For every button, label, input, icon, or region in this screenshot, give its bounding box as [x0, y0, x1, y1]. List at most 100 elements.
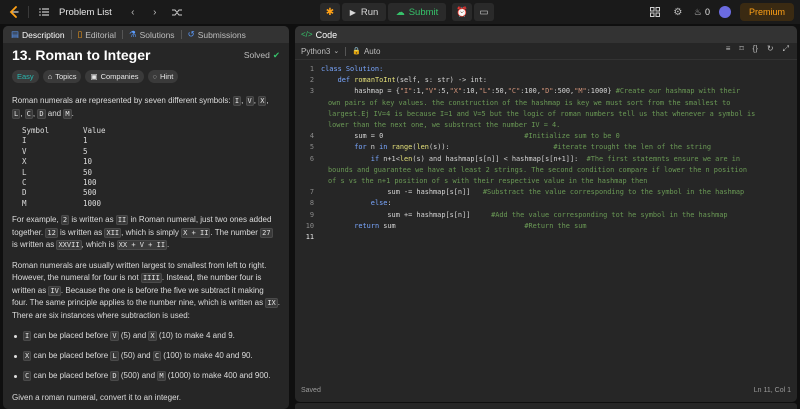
code-comment-wrap: of s vs the n+1 position of s with their…	[328, 177, 648, 186]
inline-code: IV	[48, 285, 61, 296]
tab-submissions[interactable]: ↺ Submissions	[186, 29, 248, 40]
problem-list-icon[interactable]	[37, 5, 51, 19]
para-text: , which is	[81, 240, 117, 250]
topics-chip[interactable]: ⌂ Topics	[42, 70, 82, 83]
submit-button[interactable]: ☁ Submit	[388, 3, 446, 21]
table-row: D 500	[22, 188, 280, 198]
tab-editorial-label: Editorial	[85, 29, 116, 40]
tab-editorial[interactable]: ▯ Editorial	[76, 29, 118, 40]
inline-code: 2	[60, 215, 70, 226]
table-cell: D	[22, 188, 27, 198]
shuffle-icon[interactable]	[170, 5, 184, 19]
chevron-right-icon[interactable]: ›	[148, 5, 162, 19]
para-text: , which is simply	[121, 227, 182, 237]
code-text: "M"	[574, 87, 587, 96]
line-number: 11	[305, 233, 314, 242]
toolbar-divider	[345, 46, 347, 56]
line-number: 2	[309, 76, 314, 85]
editor-status-bar: Saved Ln 11, Col 1	[301, 387, 791, 394]
inline-code: I	[23, 331, 32, 341]
table-cell: I	[22, 136, 27, 146]
expand-icon[interactable]: ⤢	[783, 44, 789, 54]
chevron-left-icon[interactable]: ‹	[126, 5, 140, 19]
streak-counter[interactable]: ♨ 0	[694, 7, 710, 18]
para-text: can be placed before	[31, 331, 111, 340]
editor-actions: ≡ ⌑ {} ↻ ⤢	[726, 44, 789, 54]
code-text: def	[321, 76, 355, 85]
separator-text: .	[71, 108, 74, 118]
tab-solutions[interactable]: ⚗ Solutions	[127, 29, 177, 40]
leetcode-logo-icon[interactable]	[8, 6, 20, 18]
code-line: 5 for n in range(len(s)): #iterate troug…	[295, 142, 797, 153]
table-header-cell: Value	[83, 126, 106, 135]
braces-icon[interactable]: {}	[753, 44, 758, 54]
run-button[interactable]: ▶ Run	[342, 3, 386, 21]
inline-code: C	[24, 108, 33, 119]
bug-icon: ✱	[325, 6, 335, 18]
solved-status: Solved ✔	[244, 50, 280, 61]
description-panel: ▤ Description ▯ Editorial ⚗ Solutions ↺ …	[3, 26, 289, 409]
separator-text: and	[45, 108, 64, 118]
tab-description[interactable]: ▤ Description	[9, 29, 67, 40]
tab-submissions-label: Submissions	[197, 29, 246, 40]
code-line: 9 sum += hashmap[s[n]] #Add the value co…	[295, 210, 797, 221]
timer-button[interactable]: ⏰	[452, 3, 472, 21]
bullet-dot	[14, 374, 17, 378]
line-number: 7	[309, 188, 314, 197]
code-area[interactable]: 1 class Solution: 2 def romanToInt(self, …	[295, 64, 797, 243]
submit-label: Submit	[408, 6, 439, 18]
tab-divider	[121, 30, 123, 39]
inline-code: X	[23, 351, 32, 361]
bookmark-icon[interactable]: ⌑	[739, 44, 743, 54]
companies-label: Companies	[100, 72, 139, 81]
inline-code: XX + V + II	[116, 240, 168, 251]
list-item: I can be placed before V (5) and X (10) …	[14, 326, 280, 346]
table-cell: 1	[83, 136, 88, 146]
hint-chip[interactable]: ◌ Hint	[147, 70, 179, 83]
problem-title[interactable]: 13. Roman to Integer	[12, 47, 150, 63]
line-number: 1	[309, 65, 314, 73]
line-number: 10	[305, 221, 314, 230]
premium-button[interactable]: Premium	[739, 3, 794, 21]
code-text: len	[416, 143, 429, 152]
problem-list-link[interactable]: Problem List	[59, 7, 112, 18]
inline-code: V	[245, 96, 254, 106]
settings-gear-icon[interactable]: ⚙	[671, 5, 685, 19]
inline-code: D	[37, 108, 46, 119]
inline-code: C	[23, 371, 32, 381]
inline-code: XII	[104, 227, 122, 238]
debug-button[interactable]: ✱	[320, 3, 340, 21]
code-text: :50,	[491, 87, 508, 96]
code-line: 1 class Solution:	[295, 64, 797, 75]
tag-icon: ⌂	[47, 72, 53, 81]
solved-label: Solved	[243, 50, 270, 60]
code-comment-wrap: largest.Ej IV=4 is because I=1 and V=5 b…	[328, 109, 756, 118]
code-comment: #Substract the value corresponding to th…	[482, 188, 745, 197]
code-text: :	[387, 199, 392, 208]
code-text: "V"	[424, 87, 438, 96]
companies-chip[interactable]: ▣ Companies	[85, 70, 144, 83]
tab-solutions-label: Solutions	[139, 29, 175, 40]
tab-description-label: Description	[22, 29, 65, 40]
top-navigation-bar: Problem List ‹ › ✱ ▶ Run ☁ Submit ⏰ ▭ ⚙	[0, 0, 800, 24]
table-cell: X	[22, 157, 27, 167]
line-number: 4	[309, 132, 314, 141]
format-lines-icon[interactable]: ≡	[726, 44, 731, 54]
history-icon: ↺	[187, 29, 195, 39]
user-avatar[interactable]	[718, 6, 731, 18]
auto-mode-toggle[interactable]: 🔒 Auto	[352, 47, 380, 56]
code-text: "L"	[478, 87, 492, 96]
code-text: :10,	[462, 87, 479, 96]
testcase-panel-edge[interactable]	[295, 403, 797, 409]
code-text: return	[354, 221, 380, 230]
reset-icon[interactable]: ↻	[767, 44, 774, 54]
lightbulb-icon: ◌	[152, 72, 157, 81]
layout-grid-icon[interactable]	[648, 5, 662, 19]
note-icon: ▭	[479, 6, 489, 18]
para-text: (10) to make 4 and 9.	[156, 331, 235, 340]
notes-button[interactable]: ▭	[474, 3, 494, 21]
language-selector[interactable]: Python3 ⌄	[301, 47, 339, 56]
